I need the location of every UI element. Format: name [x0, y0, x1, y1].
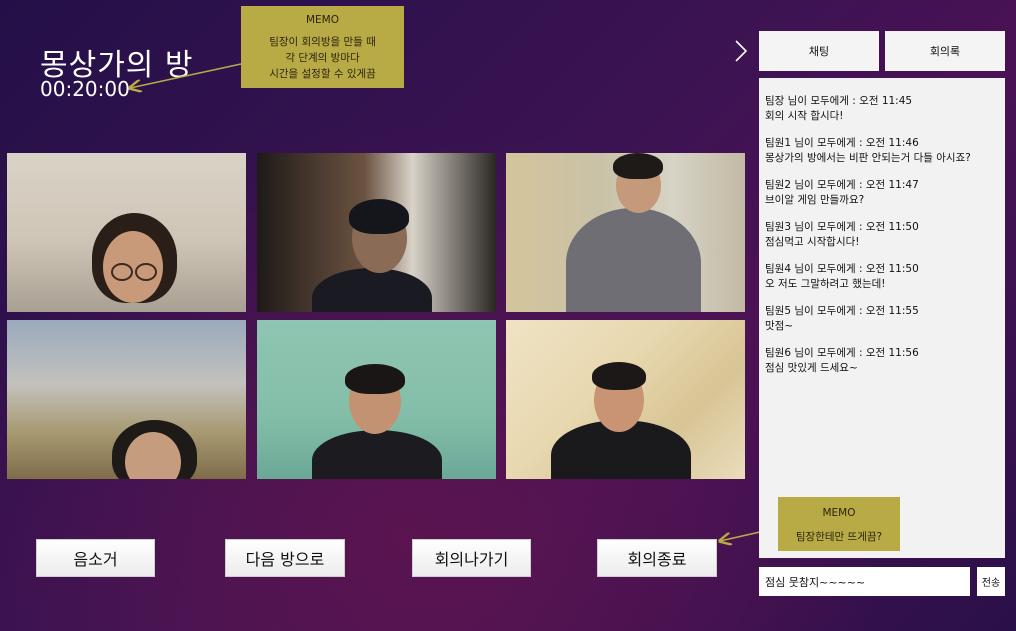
participant-silhouette	[312, 268, 432, 312]
chat-message: 팀원3 님이 모두에게 : 오전 11:50 점심먹고 시작합시다!	[765, 220, 999, 250]
chat-message-text: 오 저도 그말하려고 했는데!	[765, 278, 886, 290]
participant-hair	[613, 153, 663, 179]
chat-message-text: 맛점~	[765, 320, 794, 332]
participant-hair	[345, 364, 405, 394]
memo-line: 팀장한테만 뜨게끔?	[795, 531, 883, 543]
chat-message-list: 팀장 님이 모두에게 : 오전 11:45 회의 시작 합시다! 팀원1 님이 …	[759, 78, 1005, 558]
chat-message-text: 점심먹고 시작합시다!	[765, 236, 860, 248]
chat-message: 팀원1 님이 모두에게 : 오전 11:46 몽상가의 방에서는 비판 안되는거…	[765, 136, 999, 166]
video-tile-participant-4[interactable]	[7, 320, 246, 479]
chat-message: 팀원4 님이 모두에게 : 오전 11:50 오 저도 그말하려고 했는데!	[765, 262, 999, 292]
chat-message: 팀원2 님이 모두에게 : 오전 11:47 브이알 게임 만들까요?	[765, 178, 999, 208]
participant-silhouette	[566, 208, 701, 312]
chat-message: 팀장 님이 모두에게 : 오전 11:45 회의 시작 합시다!	[765, 94, 999, 124]
video-tile-participant-1[interactable]	[7, 153, 246, 312]
chat-message-header: 팀원5 님이 모두에게 : 오전 11:55	[765, 305, 919, 317]
chat-input[interactable]	[759, 567, 970, 596]
chat-message-header: 팀원2 님이 모두에게 : 오전 11:47	[765, 179, 919, 191]
memo-title: MEMO	[822, 507, 856, 519]
chat-message-header: 팀원6 님이 모두에게 : 오전 11:56	[765, 347, 919, 359]
glasses-icon	[135, 263, 157, 281]
send-button[interactable]: 전송	[977, 567, 1005, 596]
chat-message-header: 팀원3 님이 모두에게 : 오전 11:50	[765, 221, 919, 233]
chat-message-text: 회의 시작 합시다!	[765, 110, 844, 122]
participant-silhouette	[312, 430, 442, 479]
chat-message-header: 팀원1 님이 모두에게 : 오전 11:46	[765, 137, 919, 149]
chat-message: 팀원5 님이 모두에게 : 오전 11:55 맛점~	[765, 304, 999, 334]
memo-note-end-button: MEMO 팀장한테만 뜨게끔?	[778, 497, 900, 551]
memo-note-timer: MEMO 팀장이 회의방을 만들 때 각 단계의 방마다 시간을 설정할 수 있…	[241, 6, 404, 88]
chat-message: 팀원6 님이 모두에게 : 오전 11:56 점심 맛있게 드세요~	[765, 346, 999, 376]
chat-message-text: 몽상가의 방에서는 비판 안되는거 다들 아시죠?	[765, 152, 971, 164]
video-tile-participant-5[interactable]	[257, 320, 496, 479]
chat-message-text: 점심 맛있게 드세요~	[765, 362, 858, 374]
participant-hair	[592, 362, 646, 390]
memo-line: 각 단계의 방마다	[285, 52, 360, 64]
memo-title: MEMO	[305, 14, 340, 26]
mute-button[interactable]: 음소거	[36, 539, 155, 577]
next-room-button[interactable]: 다음 방으로	[225, 539, 345, 577]
video-tile-participant-2[interactable]	[257, 153, 496, 312]
chevron-right-icon[interactable]	[731, 39, 751, 63]
memo-line: 시간을 설정할 수 있게끔	[269, 68, 376, 80]
meeting-timer: 00:20:00	[40, 77, 130, 101]
tab-chat[interactable]: 채팅	[759, 31, 879, 71]
tab-minutes[interactable]: 회의록	[885, 31, 1005, 71]
chat-message-header: 팀원4 님이 모두에게 : 오전 11:50	[765, 263, 919, 275]
memo-line: 팀장이 회의방을 만들 때	[269, 36, 376, 48]
video-tile-participant-3[interactable]	[506, 153, 745, 312]
glasses-icon	[111, 263, 133, 281]
end-meeting-button[interactable]: 회의종료	[597, 539, 717, 577]
participant-hair	[349, 199, 409, 234]
video-tile-participant-6[interactable]	[506, 320, 745, 479]
chat-message-text: 브이알 게임 만들까요?	[765, 194, 865, 206]
chat-message-header: 팀장 님이 모두에게 : 오전 11:45	[765, 95, 913, 107]
leave-meeting-button[interactable]: 회의나가기	[412, 539, 531, 577]
